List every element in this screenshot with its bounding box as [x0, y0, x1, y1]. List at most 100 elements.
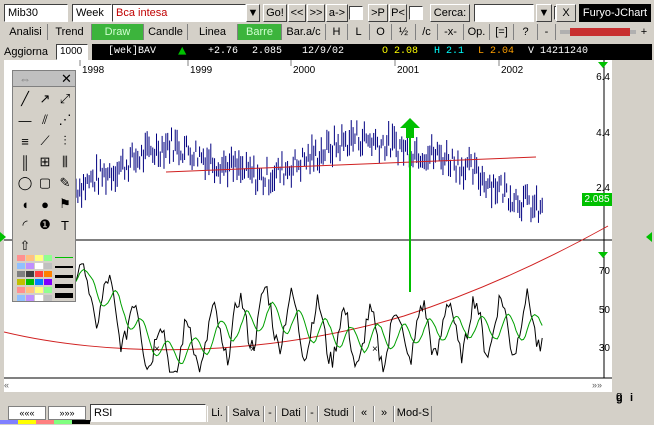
color-swatch[interactable]	[17, 263, 25, 269]
menu-candle[interactable]: Candle	[144, 24, 188, 40]
color-swatch[interactable]	[35, 263, 43, 269]
color-swatch[interactable]	[44, 263, 52, 269]
color-swatch[interactable]	[17, 279, 25, 285]
cerca-button[interactable]: Cerca:	[430, 4, 470, 22]
close-button[interactable]: X	[556, 4, 576, 22]
menu-minus[interactable]: -	[538, 24, 556, 40]
search-dropdown-button[interactable]: ▼	[536, 4, 552, 22]
arrow-ne-2-icon[interactable]: ⤢	[55, 89, 75, 109]
line-icon[interactable]: ╱	[15, 89, 35, 109]
symbol-field[interactable]: Mib30	[4, 4, 68, 22]
color-swatch[interactable]	[44, 255, 52, 261]
color-swatch[interactable]	[44, 295, 52, 301]
up-arrow-icon[interactable]: ❶	[35, 215, 55, 235]
menu-draw[interactable]: Draw	[92, 24, 144, 40]
title-dropdown-button[interactable]: ▼	[246, 4, 260, 22]
scroll-left-button[interactable]: «	[4, 380, 20, 392]
color-swatch[interactable]	[44, 271, 52, 277]
color-swatch[interactable]	[17, 295, 25, 301]
flag-icon[interactable]: ⚑	[55, 194, 75, 214]
scroll-left-fast-button[interactable]: «««	[8, 406, 46, 420]
channel-icon[interactable]: ⋰	[55, 110, 75, 130]
indicator-input[interactable]: RSI	[90, 404, 206, 422]
line-width-option[interactable]	[55, 266, 73, 268]
chart-area[interactable]: × × × 6.4 4.4 2.4 70 50 30 1998 1999 2000 …	[4, 60, 622, 402]
color-swatch[interactable]	[35, 255, 43, 261]
arc2-icon[interactable]: ◖	[15, 194, 35, 214]
aggiorna-label[interactable]: Aggiorna	[4, 46, 48, 58]
undo-icon[interactable]: ⇧	[15, 236, 35, 256]
color-swatch[interactable]	[17, 271, 25, 277]
color-swatch[interactable]	[35, 295, 43, 301]
fib-icon[interactable]: ≡	[15, 131, 35, 151]
menu-x[interactable]: -x-	[438, 24, 464, 40]
color-swatch[interactable]	[35, 279, 43, 285]
title-field[interactable]: Bca intesa	[112, 4, 246, 22]
parallel-icon[interactable]: ⫽	[35, 110, 55, 130]
color-swatch[interactable]	[35, 271, 43, 277]
gann-icon[interactable]: ⫼	[55, 152, 75, 172]
color-swatch[interactable]	[44, 279, 52, 285]
color-swatch[interactable]	[17, 287, 25, 293]
line-width-option[interactable]	[55, 284, 73, 288]
line-width-option[interactable]	[55, 293, 73, 298]
prev-button[interactable]: «	[354, 406, 374, 422]
draw-palette[interactable]: ⇔ ✕ ╱ ↗ ⤢ — ⫽ ⋰ ≡ ⟋ ⫶ ║ ⊞ ⫼ ◯ ▢ ✎ ◖ ● ⚑ ◜ ❶ T ⇧	[12, 70, 76, 302]
mod-s-button[interactable]: Mod-S	[394, 406, 432, 422]
menu-help[interactable]: ?	[514, 24, 538, 40]
menu-linea[interactable]: Linea	[188, 24, 238, 40]
period-field[interactable]: Week	[72, 4, 112, 22]
page-g[interactable]: g	[616, 392, 623, 404]
ellipse-icon[interactable]: ◯	[15, 173, 35, 193]
scroll-right-fast-button[interactable]: »»»	[48, 406, 86, 420]
color-swatch[interactable]	[26, 295, 34, 301]
color-swatch[interactable]	[26, 279, 34, 285]
line-width-option[interactable]	[55, 257, 73, 258]
box-grid-icon[interactable]: ⊞	[35, 152, 55, 172]
menu-bar-ac[interactable]: Bar.a/c	[282, 24, 326, 40]
next-button[interactable]: »	[374, 406, 394, 422]
line-width-option[interactable]	[55, 275, 73, 278]
arrow-ne-icon[interactable]: ↗	[35, 89, 55, 109]
color-swatch[interactable]	[26, 271, 34, 277]
a-arrow-button[interactable]: a->	[326, 4, 348, 22]
nav-first-button[interactable]: <<	[288, 4, 306, 22]
dati-button[interactable]: Dati	[276, 406, 306, 422]
menu-trend[interactable]: Trend	[48, 24, 92, 40]
p-checkbox[interactable]	[409, 6, 423, 20]
page-i[interactable]: i	[630, 392, 633, 404]
nav-next-button[interactable]: >>	[307, 4, 325, 22]
menu-barre[interactable]: Barre	[238, 24, 282, 40]
color-swatch[interactable]	[44, 287, 52, 293]
hline-icon[interactable]: —	[15, 110, 35, 130]
vlines-icon[interactable]: ║	[15, 152, 35, 172]
text-icon[interactable]: ◜	[15, 215, 35, 235]
color-swatch[interactable]	[26, 255, 34, 261]
salva-button[interactable]: Salva	[228, 406, 264, 422]
menu-c[interactable]: /c	[416, 24, 438, 40]
p-left-button[interactable]: P<	[389, 4, 407, 22]
menu-plus[interactable]: +	[636, 24, 652, 40]
pen-icon[interactable]: ✎	[55, 173, 75, 193]
arc-icon[interactable]: ⫶	[55, 131, 75, 151]
color-swatch[interactable]	[17, 255, 25, 261]
rect-icon[interactable]: ▢	[35, 173, 55, 193]
studi-button[interactable]: Studi	[318, 406, 354, 422]
cross-icon[interactable]: T	[55, 215, 75, 235]
circle-icon[interactable]: ●	[35, 194, 55, 214]
menu-half[interactable]: ½	[392, 24, 416, 40]
close-icon[interactable]: ✕	[61, 71, 72, 87]
scroll-right-button[interactable]: »»	[592, 380, 608, 392]
fan-icon[interactable]: ⟋	[35, 131, 55, 151]
go-button[interactable]: Go!	[263, 4, 287, 22]
color-swatch[interactable]	[26, 263, 34, 269]
menu-analisi[interactable]: Analisi	[4, 24, 48, 40]
menu-l[interactable]: L	[348, 24, 370, 40]
menu-h[interactable]: H	[326, 24, 348, 40]
menu-grid[interactable]: [=]	[490, 24, 514, 40]
move-icon[interactable]: ⇔	[19, 72, 31, 86]
color-swatch[interactable]	[35, 287, 43, 293]
li-button[interactable]: Li.	[207, 406, 227, 422]
zoom-slider[interactable]	[560, 28, 636, 36]
search-input[interactable]	[474, 4, 534, 22]
